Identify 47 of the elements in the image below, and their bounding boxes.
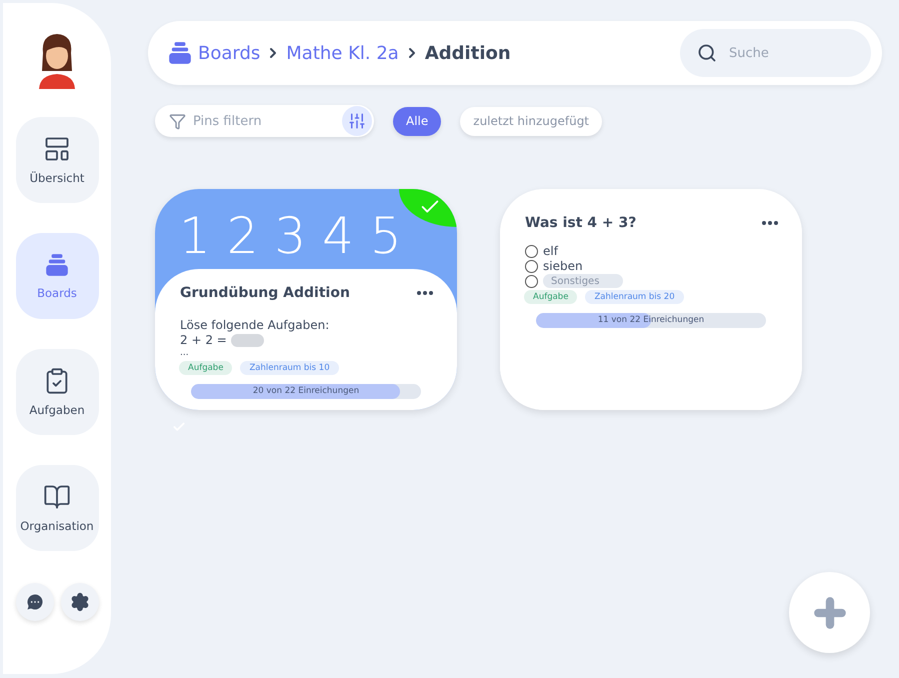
progress-reading: 20 von 22 Einreichungen (252, 385, 360, 398)
filter-field[interactable]: Pins filtern (191, 112, 331, 130)
answer-field[interactable] (230, 334, 264, 347)
pin-text: 2 + 2 = (180, 333, 227, 348)
search-box[interactable]: Suche (680, 29, 871, 77)
cover-text: 1 2 3 4 5 (179, 211, 402, 261)
other-field[interactable]: Sonstiges (543, 274, 623, 288)
chat-button[interactable] (16, 583, 54, 621)
sidebar-item[interactable]: Übersicht (16, 117, 98, 203)
sidebar-item[interactable]: Aufgaben (16, 349, 98, 435)
pin-title: Grundübung Addition (180, 285, 350, 301)
pin-title: Was ist 4 + 3? (525, 215, 636, 231)
more-button[interactable] (762, 221, 778, 225)
radio-button[interactable] (525, 245, 538, 258)
filter-icon (169, 112, 186, 130)
book-icon (43, 483, 71, 511)
chat-icon (24, 592, 44, 612)
tag: Zahlenraum bis 20 (585, 290, 684, 304)
settings-button[interactable] (60, 583, 98, 621)
sort-chip[interactable]: Alle (393, 106, 442, 136)
pin-card[interactable]: Was ist 4 + 3? elf sieben Sonstiges Aufgabe Zahlenraum bis 20 11 von 22 Einreichungen (500, 189, 802, 410)
stack-icon (44, 252, 70, 278)
search-icon (697, 43, 717, 63)
board-stack-icon (167, 40, 193, 66)
tag: Aufgabe (179, 361, 232, 375)
radio-button[interactable] (525, 274, 538, 288)
pin-text: ... (180, 348, 189, 359)
pin-text: Löse folgende Aufgaben: (180, 318, 330, 333)
filter-box[interactable]: Pins filtern (155, 105, 374, 137)
sidebar-item[interactable]: Organisation (16, 465, 98, 551)
breadcrumb-link[interactable]: Boards (198, 42, 260, 64)
sliders-button[interactable] (342, 106, 372, 136)
tag: Aufgabe (524, 290, 578, 304)
tag: Zahlenraum bis 10 (240, 361, 339, 375)
settings-icon (70, 592, 90, 612)
option-label: sieben (543, 259, 583, 274)
layout-icon (43, 135, 71, 163)
avatar (37, 31, 77, 89)
progress-reading: 11 von 22 Einreichungen (596, 314, 706, 327)
more-button[interactable] (417, 291, 433, 295)
search-field[interactable]: Suche (727, 44, 847, 62)
radio-button[interactable] (525, 260, 538, 273)
pin-card[interactable]: 1 2 3 4 5 Grundübung Addition Löse folgende Aufgaben: 2 + 2 = ... Aufgabe Zahlenraum bis 10 20 von 22 Einreichungen (155, 189, 457, 410)
breadcrumb-link[interactable]: Mathe Kl. 2a (286, 42, 399, 64)
breadcrumb-link[interactable]: Addition (424, 42, 511, 64)
option-label: elf (543, 244, 558, 259)
sliders-icon (348, 112, 366, 130)
